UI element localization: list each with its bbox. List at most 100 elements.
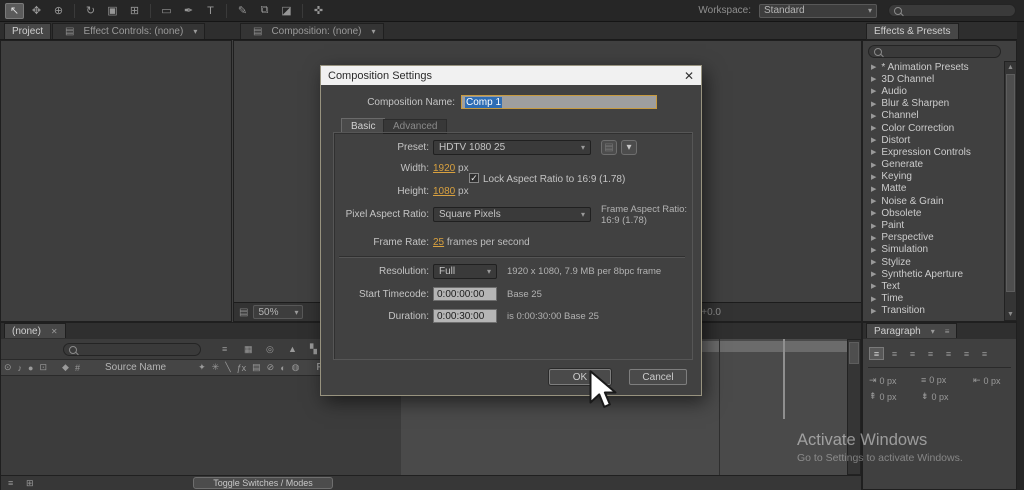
effects-category[interactable]: ▶ Paint [864, 219, 1004, 231]
zoom-tool-icon[interactable]: ⊕ [49, 3, 68, 19]
frame-rate-value[interactable]: 25 [433, 237, 444, 248]
effects-category[interactable]: ▶ Expression Controls [864, 146, 1004, 158]
expand-icon[interactable]: ▶ [871, 307, 876, 315]
first-line-indent-field[interactable]: ≡ 0 px [921, 375, 946, 385]
source-name-column-header[interactable]: Source Name [105, 362, 166, 373]
effects-search-input[interactable] [868, 45, 1001, 58]
effects-category[interactable]: ▶ Transition [864, 305, 1004, 317]
tab-composition[interactable]: ▤ Composition: (none) ▾ [240, 23, 384, 39]
timeline-search-input[interactable] [63, 343, 201, 356]
expand-icon[interactable]: ▶ [871, 246, 876, 254]
expand-icon[interactable]: ▶ [871, 282, 876, 290]
align-right-button[interactable]: ≡ [905, 347, 920, 360]
height-value[interactable]: 1080 [433, 186, 455, 197]
effects-category[interactable]: ▶ Keying [864, 171, 1004, 183]
solo-icon[interactable]: ● [28, 363, 33, 373]
effects-category[interactable]: ▶ Generate [864, 159, 1004, 171]
pan-behind-tool-icon[interactable]: ⊞ [125, 3, 144, 19]
expand-icon[interactable]: ▶ [871, 124, 876, 132]
timeline-tab[interactable]: (none) ✕ [4, 323, 66, 338]
label-icon[interactable]: ◆ [62, 362, 69, 373]
puppet-pin-tool-icon[interactable]: ✜ [309, 3, 328, 19]
save-preset-button[interactable]: ▤ [601, 140, 617, 155]
scrollbar-thumb[interactable] [1006, 74, 1015, 292]
hand-tool-icon[interactable]: ✥ [27, 3, 46, 19]
effects-category[interactable]: ▶ Channel [864, 110, 1004, 122]
draft-3d-icon[interactable]: ▦ [244, 344, 253, 355]
current-time-indicator[interactable] [783, 339, 785, 419]
expand-icon[interactable]: ▶ [871, 197, 876, 205]
tab-effect-controls[interactable]: ▤ Effect Controls: (none) ▾ [52, 23, 206, 39]
expand-icon[interactable]: ▶ [871, 100, 876, 108]
effects-category[interactable]: ▶ Time [864, 293, 1004, 305]
preset-dropdown[interactable]: HDTV 1080 25 ▾ [433, 140, 591, 155]
expand-icon[interactable]: ▶ [871, 87, 876, 95]
expand-icon[interactable]: ▶ [871, 112, 876, 120]
expand-icon[interactable]: ▶ [871, 148, 876, 156]
expand-icon[interactable]: ▶ [871, 258, 876, 266]
selection-tool-icon[interactable]: ↖ [5, 2, 24, 19]
expand-icon[interactable]: ▶ [871, 136, 876, 144]
tab-paragraph[interactable]: Paragraph ▾ ≡ [866, 323, 958, 338]
align-center-button[interactable]: ≡ [887, 347, 902, 360]
magnification-dropdown[interactable]: 50% ▾ [253, 305, 304, 319]
always-preview-icon[interactable]: ▤ [239, 307, 248, 318]
close-icon[interactable]: ✕ [51, 327, 58, 336]
eraser-tool-icon[interactable]: ◪ [277, 3, 296, 19]
indent-left-field[interactable]: ⇥ 0 px [869, 375, 897, 386]
tab-basic[interactable]: Basic [341, 118, 386, 133]
scroll-up-icon[interactable]: ▲ [1005, 64, 1016, 71]
grid-toggle-icon[interactable]: ⊞ [26, 478, 34, 489]
duration-input[interactable]: 0:00:30:00 [433, 309, 497, 323]
mask-shape-tool-icon[interactable]: ▭ [157, 3, 176, 19]
brush-tool-icon[interactable]: ✎ [233, 3, 252, 19]
justify-last-center-button[interactable]: ≡ [941, 347, 956, 360]
effects-category[interactable]: ▶ Perspective [864, 232, 1004, 244]
justify-last-right-button[interactable]: ≡ [959, 347, 974, 360]
effects-category[interactable]: ▶ Matte [864, 183, 1004, 195]
composition-mini-flowchart-icon[interactable]: ≡ [222, 344, 227, 354]
scrollbar-thumb[interactable] [849, 342, 859, 364]
type-tool-icon[interactable]: T [201, 3, 220, 19]
effects-scrollbar[interactable]: ▲ ▼ [1004, 61, 1017, 321]
expand-icon[interactable]: ▶ [871, 185, 876, 193]
expand-icon[interactable]: ▶ [871, 209, 876, 217]
panel-menu-icon[interactable]: ≡ [945, 327, 950, 336]
space-before-field[interactable]: ⇞ 0 px [869, 391, 897, 402]
toggle-switches-modes-button[interactable]: Toggle Switches / Modes [193, 477, 333, 489]
justify-all-button[interactable]: ≡ [977, 347, 992, 360]
effects-category[interactable]: ▶ Blur & Sharpen [864, 98, 1004, 110]
expand-icon[interactable]: ▶ [871, 173, 876, 181]
camera-tool-icon[interactable]: ▣ [103, 3, 122, 19]
lock-aspect-checkbox[interactable]: ✓ [469, 173, 479, 183]
expand-panel-icon[interactable]: ≡ [8, 478, 13, 488]
effects-category[interactable]: ▶ Audio [864, 85, 1004, 97]
tab-project[interactable]: Project [4, 23, 52, 39]
effects-category[interactable]: ▶ Distort [864, 134, 1004, 146]
video-eye-icon[interactable]: ⊙ [4, 362, 12, 373]
workspace-search-input[interactable] [888, 4, 1016, 17]
effects-category[interactable]: ▶ Simulation [864, 244, 1004, 256]
justify-last-left-button[interactable]: ≡ [923, 347, 938, 360]
expand-icon[interactable]: ▶ [871, 234, 876, 242]
rotate-tool-icon[interactable]: ↻ [81, 3, 100, 19]
cancel-button[interactable]: Cancel [629, 369, 687, 385]
exposure-value[interactable]: +0.0 [701, 307, 721, 318]
space-after-field[interactable]: ⇟ 0 px [921, 391, 949, 402]
expand-icon[interactable]: ▶ [871, 161, 876, 169]
expand-icon[interactable]: ▶ [871, 75, 876, 83]
expand-icon[interactable]: ▶ [871, 270, 876, 278]
expand-icon[interactable]: ▶ [871, 222, 876, 230]
composition-name-input[interactable]: Comp 1 [461, 95, 657, 109]
close-icon[interactable]: ✕ [684, 69, 694, 83]
effects-category[interactable]: ▶ Stylize [864, 256, 1004, 268]
effects-category[interactable]: ▶ 3D Channel [864, 73, 1004, 85]
width-value[interactable]: 1920 [433, 163, 455, 174]
tab-effects-presets[interactable]: Effects & Presets [866, 23, 959, 39]
hide-shy-layers-icon[interactable]: ◎ [266, 344, 274, 355]
effects-category[interactable]: ▶ Noise & Grain [864, 195, 1004, 207]
lock-aspect-label[interactable]: Lock Aspect Ratio to 16:9 (1.78) [483, 174, 625, 185]
effects-category[interactable]: ▶ Obsolete [864, 207, 1004, 219]
effects-category[interactable]: ▶ Text [864, 280, 1004, 292]
scroll-down-icon[interactable]: ▼ [1007, 311, 1014, 318]
